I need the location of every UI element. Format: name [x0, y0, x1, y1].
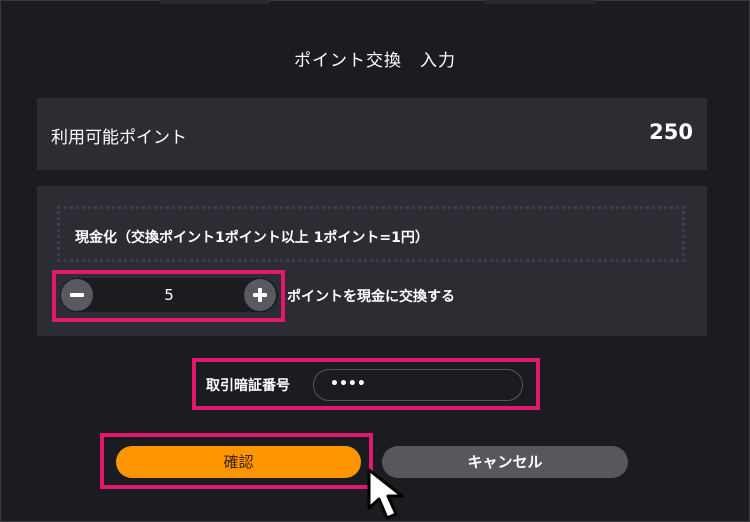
exchange-description-box: 現金化（交換ポイント1ポイント以上 1ポイント=1円） [57, 206, 685, 262]
available-points-value: 250 [649, 120, 693, 144]
highlight-confirm [100, 433, 373, 489]
top-tab-edge-right [485, 0, 595, 4]
available-points-label: 利用可能ポイント [51, 128, 187, 148]
exchange-suffix-label: ポイントを現金に交換する [287, 289, 455, 305]
dialog-title: ポイント交換 入力 [294, 51, 456, 71]
highlight-pin [192, 358, 540, 410]
available-points-panel: 利用可能ポイント 250 [37, 98, 707, 170]
highlight-stepper [52, 270, 285, 322]
top-tab-edge-left [160, 0, 270, 4]
exchange-description: 現金化（交換ポイント1ポイント以上 1ポイント=1円） [75, 230, 429, 246]
mouse-cursor-icon [367, 468, 404, 520]
cancel-button[interactable]: キャンセル [382, 446, 628, 478]
